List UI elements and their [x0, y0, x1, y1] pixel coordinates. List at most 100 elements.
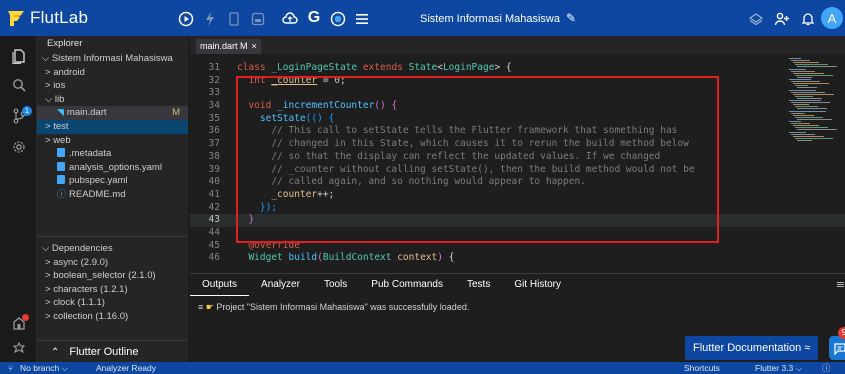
minimap-line	[789, 68, 806, 70]
chevron-right-icon: >	[45, 66, 54, 78]
g-icon[interactable]: G	[302, 0, 326, 36]
files-icon[interactable]	[0, 48, 37, 68]
minimap-line	[797, 66, 837, 68]
tree-item-label: android	[53, 66, 85, 78]
code-line[interactable]: 32 int _counter = 0;	[190, 75, 845, 88]
code-line[interactable]: 36 // This call to setState tells the Fl…	[190, 125, 845, 138]
output-message-text: Project "Sistem Informasi Mahasiswa" was…	[216, 302, 470, 312]
tree-item-android[interactable]: > android	[37, 66, 188, 80]
code-line[interactable]: 31 class _LoginPageState extends State<Lo…	[190, 62, 845, 75]
panel-menu-icon[interactable]: ≡	[836, 278, 845, 291]
run-icon[interactable]	[174, 0, 198, 36]
edit-pencil-icon[interactable]: ✎	[566, 11, 576, 25]
minimap-line	[793, 62, 819, 64]
menu-icon[interactable]	[350, 0, 374, 36]
tree-item-test[interactable]: > test	[37, 119, 188, 134]
code-editor[interactable]: main.dart M × 31 class _LoginPageState ext…	[190, 36, 845, 273]
settings-gear-icon[interactable]	[0, 140, 37, 158]
code-line[interactable]: 35 setState(() {	[190, 113, 845, 126]
minimap-line	[795, 74, 833, 76]
help-icon[interactable]: ⓘ	[822, 362, 831, 374]
dependency-item[interactable]: > characters (1.2.1)	[37, 283, 188, 297]
tree-item-analysis-options-yaml[interactable]: analysis_options.yaml	[37, 161, 188, 175]
code-token: class	[237, 62, 272, 73]
minimap-line	[797, 76, 812, 78]
search-icon[interactable]	[0, 78, 37, 96]
dependency-item[interactable]: > async (2.9.0)	[37, 256, 188, 270]
hot-reload-icon[interactable]	[198, 0, 222, 36]
chevron-right-icon: >	[45, 256, 54, 268]
toolbar-right: G	[278, 0, 374, 36]
panel-tabs: Outputs Analyzer Tools Pub Commands Tests Git…	[190, 274, 845, 296]
account-icon[interactable]	[0, 316, 37, 334]
chat-icon[interactable]	[829, 336, 845, 360]
tab-pub-commands[interactable]: Pub Commands	[359, 274, 455, 296]
tree-item--metadata[interactable]: .metadata	[37, 147, 188, 161]
branch-selector[interactable]: No branch ⌵	[20, 362, 68, 374]
extensions-icon[interactable]	[0, 341, 37, 360]
flutter-outline-header[interactable]: ⌃ Flutter Outline	[37, 340, 188, 362]
dependency-label: clock (1.1.1)	[53, 297, 105, 309]
layers-icon[interactable]	[743, 0, 769, 36]
code-line[interactable]: 39 // _counter without calling setState(…	[190, 164, 845, 177]
add-user-icon[interactable]	[769, 0, 795, 36]
tab-tests[interactable]: Tests	[455, 274, 502, 296]
dependency-item[interactable]: > collection (1.16.0)	[37, 310, 188, 324]
minimap-line	[793, 135, 824, 137]
device-icon[interactable]	[246, 0, 270, 36]
code-line[interactable]: 40 // called again, and so nothing would…	[190, 176, 845, 189]
line-number: 40	[208, 176, 220, 188]
avatar[interactable]: A	[821, 7, 843, 29]
dependency-item[interactable]: > boolean_selector (2.1.0)	[37, 269, 188, 283]
tree-item-main-dart[interactable]: ◥ main.dart M	[37, 106, 188, 120]
tab-main-dart[interactable]: main.dart M ×	[196, 39, 261, 54]
minimap[interactable]	[787, 54, 845, 273]
code-line[interactable]: 42 });	[190, 202, 845, 215]
flutter-version-selector[interactable]: Flutter 3.3 ⌵	[755, 362, 802, 374]
code-line[interactable]: 33	[190, 87, 845, 100]
project-title[interactable]: Sistem Informasi Mahasiswa ✎	[420, 0, 576, 37]
flutter-documentation-button[interactable]: Flutter Documentation ≈	[685, 336, 819, 360]
code-line[interactable]: 44	[190, 227, 845, 240]
cloud-icon[interactable]	[278, 0, 302, 36]
code-token: Widget	[248, 252, 289, 264]
tree-item-lib[interactable]: ⌵ lib	[37, 93, 188, 107]
stop-icon[interactable]	[222, 0, 246, 36]
code-token: });	[259, 201, 278, 213]
tree-item-ios[interactable]: > ios	[37, 79, 188, 93]
code-line[interactable]: 46 Widget build(BuildContext context) {	[190, 252, 845, 265]
code-line[interactable]: 37 // changed in this State, which cause…	[190, 138, 845, 151]
tab-outputs[interactable]: Outputs	[190, 274, 250, 296]
tab-git-history[interactable]: Git History	[502, 274, 573, 296]
record-icon[interactable]	[326, 0, 350, 36]
minimap-line	[797, 118, 832, 120]
code-token: _counter	[271, 188, 318, 200]
tree-item-sistem-informasi-mahasiswa[interactable]: ⌵ Sistem Informasi Mahasiswa	[37, 52, 188, 66]
chevron-up-icon: ⌃	[51, 347, 60, 358]
tree-item-web[interactable]: > web	[37, 134, 188, 148]
tab-analyzer[interactable]: Analyzer	[249, 274, 312, 296]
account-alert-dot	[22, 314, 29, 321]
code-line[interactable]: 34 void _incrementCounter() {	[190, 100, 845, 113]
tree-item-label: test	[53, 120, 69, 132]
code-line[interactable]: 41 _counter++;	[190, 189, 845, 202]
flutlab-logo-icon	[8, 11, 24, 26]
minimap-line	[789, 121, 801, 122]
minimap-line	[797, 87, 817, 89]
pointing-hand-icon: ☛	[205, 302, 217, 312]
tree-item-pubspec-yaml[interactable]: pubspec.yaml	[37, 174, 188, 188]
code-lines[interactable]: 31 class _LoginPageState extends State<Lo…	[190, 62, 845, 265]
code-line[interactable]: 38 // so that the display can reflect th…	[190, 151, 845, 164]
shortcuts-link[interactable]: Shortcuts	[684, 362, 720, 374]
close-icon[interactable]: ×	[252, 41, 257, 51]
tree-item-readme-md[interactable]: ⓘ README.md	[37, 188, 188, 202]
bell-icon[interactable]	[795, 0, 821, 36]
dependencies-header[interactable]: ⌵ Dependencies	[37, 242, 188, 256]
dependency-item[interactable]: > clock (1.1.1)	[37, 296, 188, 310]
tab-tools[interactable]: Tools	[312, 274, 359, 296]
code-line[interactable]: 43 }	[190, 214, 845, 227]
code-line[interactable]: 45 @override	[190, 240, 845, 253]
